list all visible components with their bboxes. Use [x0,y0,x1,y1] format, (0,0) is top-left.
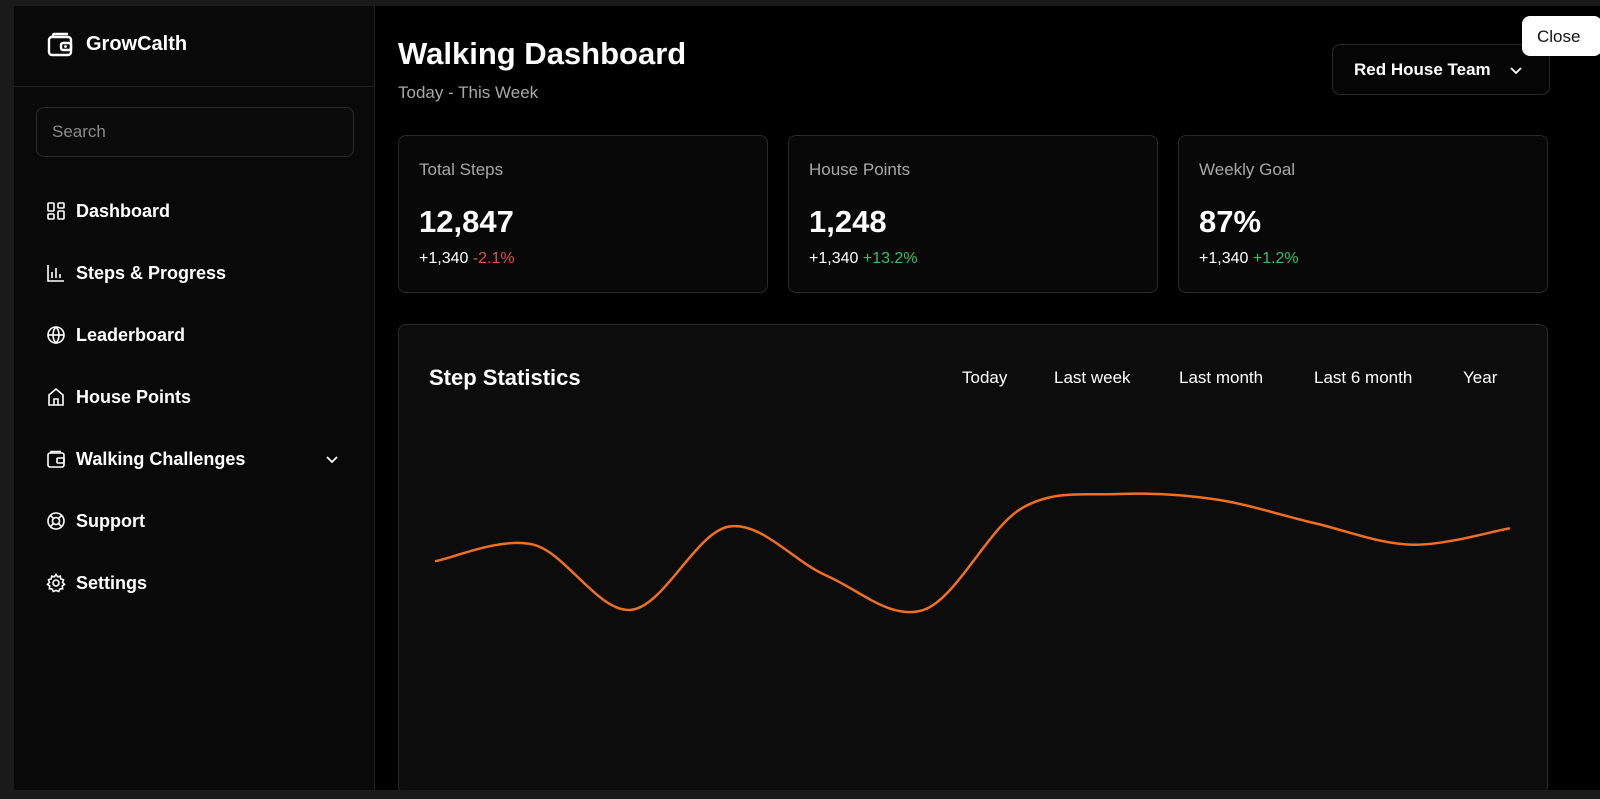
tab-last-week[interactable]: Last week [1054,368,1131,388]
team-select[interactable]: Red House Team [1332,44,1550,95]
bar-chart-icon [47,265,64,282]
sidebar-item-settings[interactable]: Settings [14,552,374,614]
stat-card-delta: +1,340 +1.2% [1199,250,1299,268]
step-series-line [434,492,1511,614]
tab-last-month[interactable]: Last month [1179,368,1263,388]
app-window: GrowCalth Dashboard Steps & Progress [14,6,1600,790]
tab-today[interactable]: Today [962,368,1007,388]
sidebar-item-label: Walking Challenges [76,448,246,469]
sidebar-item-label: Leaderboard [76,324,186,345]
sidebar-item-house-points[interactable]: House Points [14,366,374,428]
home-icon [48,387,64,406]
sidebar-item-support[interactable]: Support [14,490,374,552]
search-box[interactable] [36,107,354,157]
sidebar-item-leaderboard[interactable]: Leaderboard [14,304,374,366]
sidebar: GrowCalth Dashboard Steps & Progress [14,6,375,790]
chevron-down-icon[interactable] [324,451,340,467]
team-select-value: Red House Team [1354,60,1491,79]
stat-card-label: House Points [809,160,911,179]
step-statistics-panel: Step Statistics Today Last week Last mon… [398,324,1548,790]
stat-card-label: Total Steps [419,160,504,179]
sidebar-item-label: Settings [76,572,148,593]
stat-card-value: 12,847 [419,204,514,239]
sidebar-item-walking-challenges[interactable]: Walking Challenges [14,428,374,490]
stat-card-delta-value: +1,340 [809,250,859,267]
sidebar-item-label: Steps & Progress [76,262,227,283]
main-content: Walking Dashboard Today - This Week Red … [375,6,1600,790]
stat-card-house-points: House Points 1,248 +1,340 +13.2% [788,135,1158,293]
chevron-down-icon [1510,67,1522,75]
app-name: GrowCalth [86,33,188,55]
dashboard-icon [47,202,65,220]
lifebuoy-icon [47,512,65,530]
gear-icon [46,573,66,593]
page-title: Walking Dashboard [398,36,687,71]
stat-card-change: +1.2% [1252,250,1299,267]
stat-card-value: 87% [1199,204,1262,239]
stat-card-delta: +1,340 +13.2% [809,250,918,268]
stat-card-change: -2.1% [472,250,515,267]
stat-card-delta-value: +1,340 [1199,250,1249,267]
search-input[interactable] [37,108,353,156]
wallet-logo-icon [47,32,73,57]
stat-card-delta: +1,340 -2.1% [419,250,515,268]
stat-card-change: +13.2% [862,250,918,267]
tab-last-6-month[interactable]: Last 6 month [1314,368,1412,388]
stat-card-weekly-goal: Weekly Goal 87% +1,340 +1.2% [1178,135,1548,293]
tab-year[interactable]: Year [1463,368,1497,388]
close-button[interactable]: Close [1522,16,1600,56]
sidebar-item-dashboard[interactable]: Dashboard [14,180,374,242]
globe-icon [47,326,65,345]
sidebar-nav: Dashboard Steps & Progress Leaderboard H… [14,180,374,614]
wallet-icon [47,450,65,468]
stat-card-value: 1,248 [809,204,887,239]
sidebar-item-steps-progress[interactable]: Steps & Progress [14,242,374,304]
sidebar-item-label: House Points [76,386,192,407]
stat-card-delta-value: +1,340 [419,250,469,267]
brand-header: GrowCalth [14,6,374,87]
sidebar-item-label: Support [76,510,145,531]
step-line-chart [434,492,1511,614]
time-range-tabs: Today Last week Last month Last 6 month … [399,368,1547,390]
stat-card-label: Weekly Goal [1199,160,1296,179]
stat-card-total-steps: Total Steps 12,847 +1,340 -2.1% [398,135,768,293]
page-subtitle: Today - This Week [398,83,539,102]
sidebar-item-label: Dashboard [76,200,171,221]
